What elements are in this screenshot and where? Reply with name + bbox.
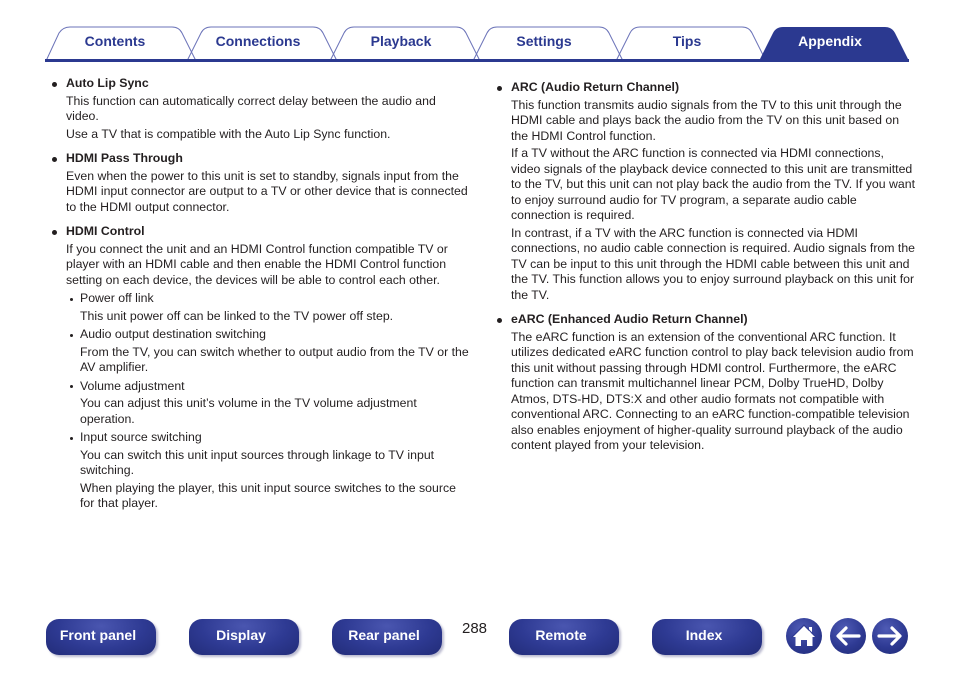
bullet-icon <box>497 318 502 323</box>
arrow-right-icon <box>877 626 902 646</box>
tab-settings[interactable]: Settings <box>484 33 604 49</box>
sub-bullet-icon <box>70 297 74 301</box>
home-icon <box>791 624 817 646</box>
feature-auto-lip-sync: Auto Lip Sync This function can automati… <box>51 76 471 142</box>
feature-description: The eARC function is an extension of the… <box>511 329 914 453</box>
feature-description: Use a TV that is compatible with the Aut… <box>66 126 391 141</box>
rear-panel-button[interactable]: Rear panel <box>332 619 442 655</box>
tab-contents[interactable]: Contents <box>55 33 175 49</box>
remote-button[interactable]: Remote <box>509 619 619 655</box>
sub-bullet-icon <box>70 436 74 440</box>
subfeature-title: Power off link <box>80 291 154 305</box>
feature-title: HDMI Control <box>66 224 145 238</box>
subfeature-volume-adjustment: Volume adjustment You can adjust this un… <box>66 379 471 428</box>
index-label: Index <box>685 627 723 643</box>
subfeature-description: From the TV, you can switch whether to o… <box>80 344 469 375</box>
feature-description: This function transmits audio signals fr… <box>511 97 902 143</box>
bullet-icon <box>52 157 57 162</box>
feature-title: ARC (Audio Return Channel) <box>511 80 680 94</box>
feature-arc: ARC (Audio Return Channel) This function… <box>496 80 916 303</box>
index-button[interactable]: Index <box>652 619 762 655</box>
subfeature-description: This unit power off can be linked to the… <box>80 308 394 323</box>
feature-title: HDMI Pass Through <box>66 151 183 165</box>
subfeature-title: Audio output destination switching <box>80 327 266 341</box>
tab-playback[interactable]: Playback <box>341 33 461 49</box>
subfeature-description: When playing the player, this unit input… <box>80 480 456 511</box>
feature-hdmi-control: HDMI Control If you connect the unit and… <box>51 224 471 512</box>
back-button[interactable] <box>830 618 866 654</box>
tab-bar: Contents Connections Playback Settings T… <box>0 0 954 64</box>
home-button[interactable] <box>786 618 822 654</box>
bullet-icon <box>52 230 57 235</box>
subfeature-title: Input source switching <box>80 430 202 444</box>
tab-shapes <box>45 26 909 62</box>
feature-description: This function can automatically correct … <box>66 93 436 124</box>
feature-description: If a TV without the ARC function is conn… <box>511 146 916 222</box>
page-number: 288 <box>462 620 488 637</box>
arrow-left-icon <box>836 626 861 646</box>
tab-baseline <box>45 59 909 62</box>
feature-description: If you connect the unit and an HDMI Cont… <box>66 241 448 287</box>
right-column: ARC (Audio Return Channel) This function… <box>496 80 916 463</box>
display-label: Display <box>216 627 266 643</box>
feature-description: Even when the power to this unit is set … <box>66 168 468 214</box>
subfeature-power-off-link: Power off link This unit power off can b… <box>66 291 471 324</box>
front-panel-button[interactable]: Front panel <box>46 619 156 655</box>
subfeature-description: You can switch this unit input sources t… <box>80 447 435 478</box>
subfeature-audio-output-destination: Audio output destination switching From … <box>66 327 471 376</box>
tab-appendix[interactable]: Appendix <box>770 33 890 49</box>
subfeature-input-source-switching: Input source switching You can switch th… <box>66 430 471 512</box>
feature-earc: eARC (Enhanced Audio Return Channel) The… <box>496 312 916 454</box>
tab-tips[interactable]: Tips <box>627 33 747 49</box>
subfeature-title: Volume adjustment <box>80 378 185 393</box>
front-panel-label: Front panel <box>59 627 137 643</box>
rear-panel-label: Rear panel <box>348 627 420 643</box>
bullet-icon <box>52 82 57 87</box>
bullet-icon <box>497 86 502 91</box>
subfeature-description: You can adjust this unit’s volume in the… <box>80 396 417 426</box>
display-button[interactable]: Display <box>189 619 299 655</box>
sub-bullet-icon <box>70 385 74 389</box>
forward-button[interactable] <box>872 618 908 654</box>
feature-title: eARC (Enhanced Audio Return Channel) <box>511 312 748 326</box>
sub-bullet-icon <box>70 333 74 337</box>
left-column: Auto Lip Sync This function can automati… <box>51 76 471 521</box>
feature-description: In contrast, if a TV with the ARC functi… <box>511 225 916 302</box>
remote-label: Remote <box>535 627 587 643</box>
feature-hdmi-pass-through: HDMI Pass Through Even when the power to… <box>51 151 471 215</box>
feature-title: Auto Lip Sync <box>66 76 149 90</box>
tab-connections[interactable]: Connections <box>198 33 318 49</box>
